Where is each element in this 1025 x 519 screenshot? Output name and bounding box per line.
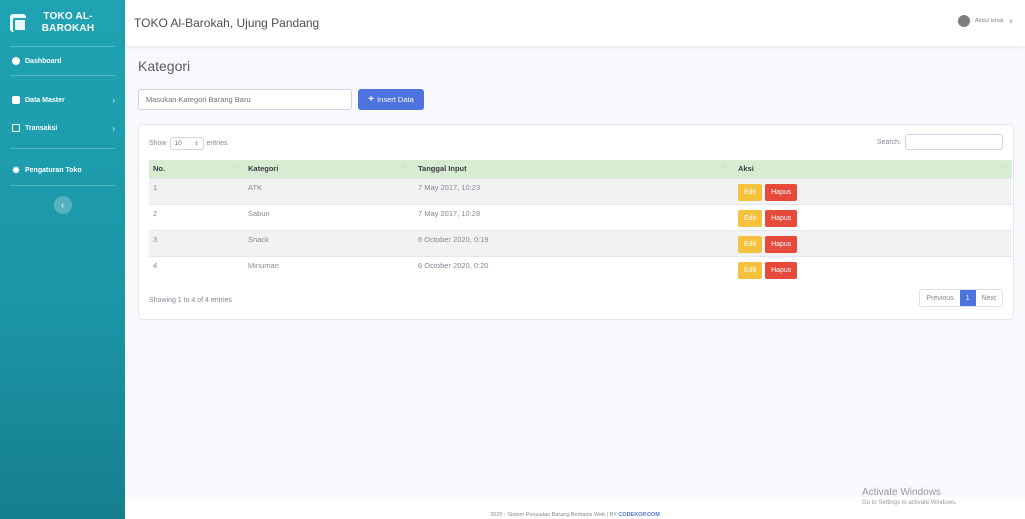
row-tanggal: 7 May 2017, 10:23 [414,177,734,204]
dashboard-icon [12,57,20,65]
category-table-card: Show 10 ⇕ entries Search: No. ↑↓ Kategori… [138,124,1014,320]
row-number: 4 [149,255,244,282]
delete-button[interactable]: Hapus [765,184,798,201]
watermark-subtitle: Go to Settings to activate Windows. [862,500,957,506]
next-page-button[interactable]: Next [976,290,1002,306]
delete-button[interactable]: Hapus [765,210,798,227]
column-header-label: Aksi [738,164,754,174]
delete-button[interactable]: Hapus [765,262,798,280]
row-kategori: Sabun [244,203,414,230]
table-row: 3 Snack 6 October 2020, 0:19 Edit Hapus [149,229,1012,256]
sort-icon: ↑↓ [722,165,728,171]
search-label: Search: [876,138,901,146]
sidebar-item-label: Pengaturan Toko [25,166,82,174]
user-menu[interactable]: Abdul Ishak ∨ [957,15,1013,27]
sort-icon: ↑↓ [402,165,408,171]
edit-button[interactable]: Edit [738,236,763,253]
sidebar-item-transaksi[interactable]: Transaksi › [0,114,125,142]
user-name: Abdul Ishak [974,18,1004,24]
edit-button[interactable]: Edit [738,184,763,201]
sidebar-toggle-button[interactable]: ‹ [53,196,72,214]
sidebar-item-dashboard[interactable]: Dashboard [0,47,125,75]
column-header-label: Kategori [248,164,279,174]
sidebar-item-label: Transaksi [25,124,58,132]
pagination: Previous 1 Next [919,289,1003,307]
sidebar: TOKO AL-BAROKAH Dashboard Data Master › … [0,0,125,519]
sidebar-item-pengaturan-toko[interactable]: Pengaturan Toko [0,155,125,185]
column-header-label: Tanggal Input [418,164,467,174]
database-icon [12,96,20,104]
row-kategori: Minuman [244,255,414,282]
sidebar-item-label: Data Master [25,96,65,104]
entries-label: entries [206,140,228,147]
page-header-title: TOKO Al-Barokah, Ujung Pandang [134,16,320,30]
table-info: Showing 1 to 4 of 4 entries [149,297,232,304]
row-kategori: ATK [244,177,414,204]
column-header-label: No. [153,164,166,174]
row-actions: Edit Hapus [734,177,1012,204]
column-header-kategori[interactable]: Kategori ↑↓ [244,160,414,178]
row-number: 3 [149,229,244,256]
sidebar-divider [10,75,115,76]
previous-page-button[interactable]: Previous [920,290,959,306]
table-length-control: Show 10 ⇕ entries [149,137,228,150]
desktop-icon [12,124,20,132]
delete-button[interactable]: Hapus [765,236,798,253]
edit-button[interactable]: Edit [738,262,763,280]
chevron-right-icon: › [112,95,115,105]
page-1-button[interactable]: 1 [959,290,976,306]
row-number: 2 [149,203,244,230]
column-header-tanggal-input[interactable]: Tanggal Input ↑↓ [414,160,734,178]
store-logo-icon [10,14,27,32]
row-actions: Edit Hapus [734,229,1012,256]
plus-icon: + [368,93,375,105]
entries-select[interactable]: 10 ⇕ [169,137,204,150]
category-input[interactable] [138,89,352,110]
search-input[interactable] [905,134,1003,150]
topbar: TOKO Al-Barokah, Ujung Pandang Abdul Ish… [125,0,1025,46]
page-title: Kategori [138,58,191,74]
avatar [957,15,970,27]
cogs-icon [12,166,20,174]
sort-icon: ↑↓ [1000,165,1006,171]
row-actions: Edit Hapus [734,203,1012,230]
row-kategori: Snack [244,229,414,256]
entries-value: 10 [174,140,182,147]
chevron-right-icon: › [112,123,115,133]
watermark-title: Activate Windows [862,487,941,498]
row-actions: Edit Hapus [734,255,1012,282]
select-arrows-icon: ⇕ [194,140,199,147]
row-tanggal: 6 October 2020, 0:19 [414,229,734,256]
chevron-down-icon: ∨ [1008,18,1013,25]
sidebar-divider [10,185,115,186]
row-tanggal: 6 October 2020, 0:20 [414,255,734,282]
column-header-no[interactable]: No. ↑↓ [149,160,244,178]
show-label: Show [149,140,167,147]
table-row: 4 Minuman 6 October 2020, 0:20 Edit Hapus [149,255,1012,282]
edit-button[interactable]: Edit [738,210,763,227]
sidebar-item-label: Dashboard [25,57,62,65]
table-row: 2 Sabun 7 May 2017, 10:28 Edit Hapus [149,203,1012,230]
column-header-aksi[interactable]: Aksi ↑↓ [734,160,1012,178]
sort-icon: ↑↓ [232,165,238,171]
insert-data-label: Insert Data [377,95,414,104]
footer-link[interactable]: CODEKOP.COM [618,512,659,518]
footer-text: 2025 - Sistem Penjualan Barang Berbasis … [490,512,617,518]
sidebar-divider [10,148,115,149]
insert-data-button[interactable]: + Insert Data [358,89,424,110]
activation-watermark: Activate Windows Go to Settings to activ… [862,487,957,506]
row-number: 1 [149,177,244,204]
table-header-row: No. ↑↓ Kategori ↑↓ Tanggal Input ↑↓ Aksi ↑↓ [149,160,1012,178]
category-table: No. ↑↓ Kategori ↑↓ Tanggal Input ↑↓ Aksi ↑↓ … [149,160,1012,282]
table-search: Search: [877,134,1003,150]
sidebar-brand[interactable]: TOKO AL-BAROKAH [0,0,125,46]
brand-name: TOKO AL-BAROKAH [41,11,95,34]
table-row: 1 ATK 7 May 2017, 10:23 Edit Hapus [149,177,1012,204]
sidebar-item-data-master[interactable]: Data Master › [0,86,125,114]
row-tanggal: 7 May 2017, 10:28 [414,203,734,230]
